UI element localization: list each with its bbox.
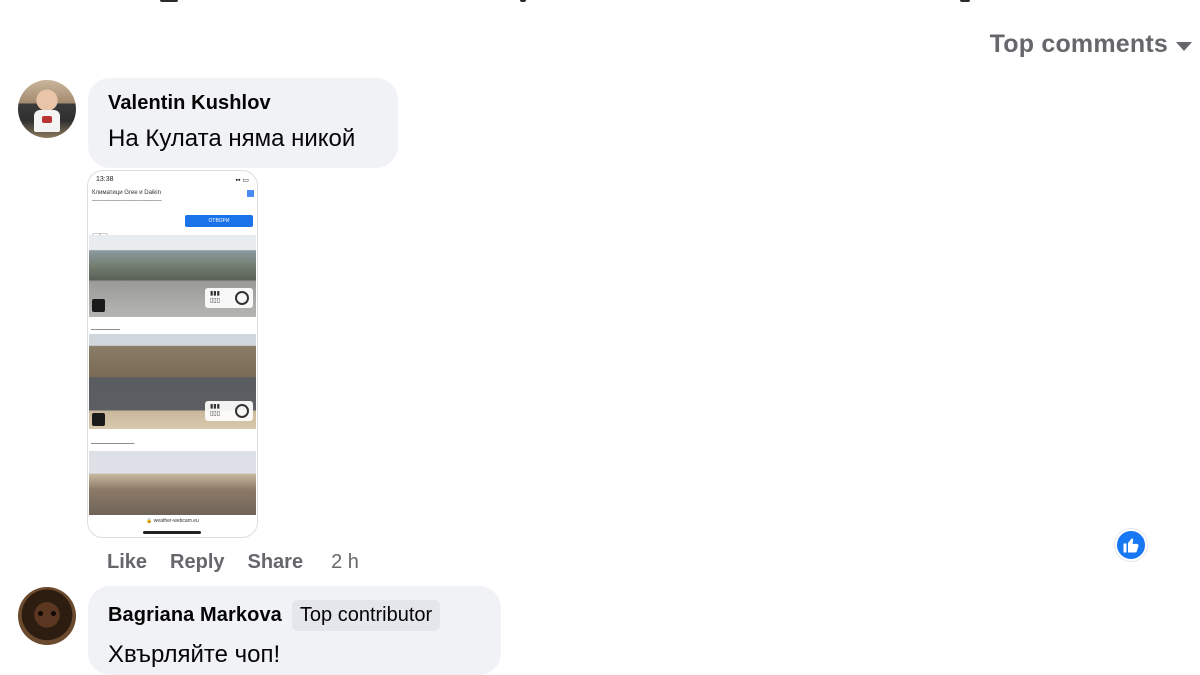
- share-button[interactable]: Share: [248, 551, 304, 574]
- attachment-ad-title: Климатици Gree и Daikin: [92, 190, 161, 196]
- comment-bubble: Bagriana Markova Top contributor Хвърляй…: [88, 586, 501, 675]
- webcam-caption: ━━━━━━━━━━━━: [91, 327, 120, 332]
- comment-author[interactable]: Bagriana Markova: [108, 604, 282, 627]
- comment-attachment-image[interactable]: 13:38 ▪▪ ▭ Климатици Gree и Daikin ━━━━━…: [87, 170, 258, 538]
- webcam-logo: ▮▮▮ ▯▯▯: [205, 401, 253, 421]
- comment-actions: Like Reply Share 2 h: [107, 551, 359, 574]
- home-indicator: [143, 531, 201, 534]
- fullscreen-icon: [92, 413, 105, 426]
- top-contributor-badge: Top contributor: [291, 600, 441, 631]
- comment-author[interactable]: Valentin Kushlov: [108, 92, 378, 115]
- reply-button[interactable]: Reply: [170, 551, 224, 574]
- like-reaction-icon[interactable]: [1115, 529, 1147, 561]
- previous-content-sliver: [0, 0, 1200, 6]
- attachment-ad-banner: Климатици Gree и Daikin ━━━━━━━━━━━━━━━━…: [92, 190, 255, 232]
- caret-down-icon: [1176, 42, 1192, 51]
- fullscreen-icon: [92, 299, 105, 312]
- comment-timestamp[interactable]: 2 h: [331, 551, 359, 574]
- comment-bubble: Valentin Kushlov На Кулата няма никой: [88, 78, 398, 168]
- attachment-ad-button: ОТВОРИ: [185, 215, 253, 227]
- avatar[interactable]: [18, 80, 76, 138]
- attachment-status-time: 13:38: [96, 176, 114, 183]
- like-button[interactable]: Like: [107, 551, 147, 574]
- avatar[interactable]: [18, 587, 76, 645]
- comment-text: Хвърляйте чоп!: [108, 641, 281, 668]
- sort-label: Top comments: [989, 30, 1168, 58]
- attachment-status-icons: ▪▪ ▭: [235, 177, 249, 184]
- sort-comments-dropdown[interactable]: Top comments: [990, 30, 1192, 59]
- webcam-photo: [89, 451, 256, 515]
- webcam-logo: ▮▮▮ ▯▯▯: [205, 288, 253, 308]
- attachment-url: 🔒 weather-webcam.eu: [146, 518, 199, 524]
- webcam-caption: ━━━━━━━━━━━━━━━━━━: [91, 441, 135, 446]
- comment-text: На Кулата няма никой: [108, 125, 356, 152]
